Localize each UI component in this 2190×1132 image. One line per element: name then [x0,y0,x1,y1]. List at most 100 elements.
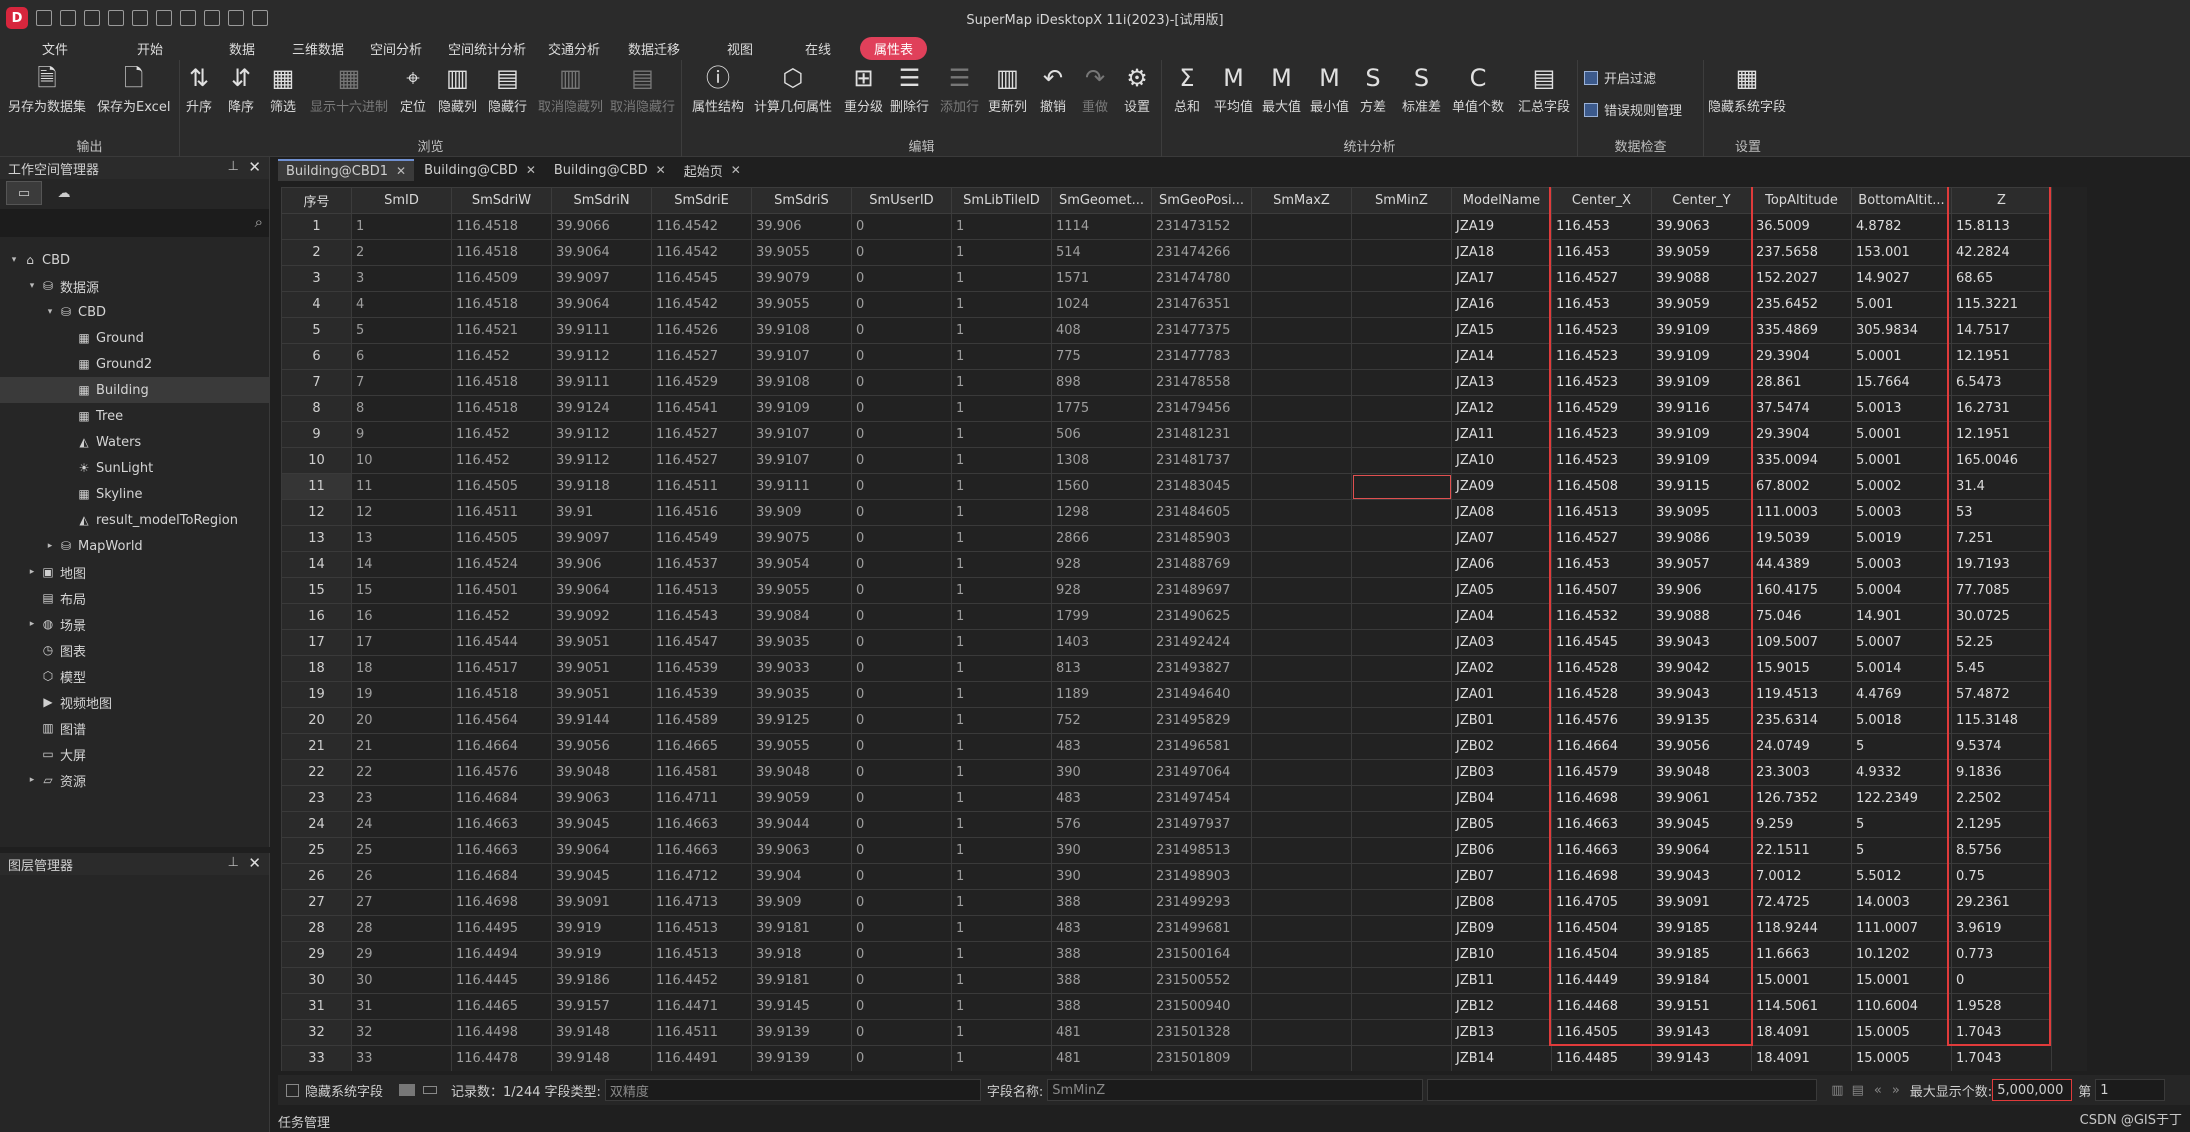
table-cell[interactable] [1351,655,1452,682]
table-cell[interactable] [1351,239,1452,266]
table-cell[interactable] [1251,447,1352,474]
row-number[interactable]: 33 [281,1045,352,1071]
table-cell[interactable]: 39.9059 [1651,291,1752,318]
table-row[interactable]: 28 28 116.4495 39.919 116.4513 39.9181 0 1 483 23… [281,915,2052,942]
table-cell[interactable]: 0 [851,1019,952,1046]
table-cell[interactable]: 17 [351,629,452,656]
table-cell[interactable] [1251,1045,1352,1071]
redo-button[interactable]: ↷ 重做 [1080,62,1110,115]
table-cell[interactable]: 1 [951,291,1052,318]
table-cell[interactable]: 0 [851,603,952,630]
menu-home[interactable]: 开始 [124,37,176,60]
table-cell[interactable]: 231495829 [1151,707,1252,734]
table-cell[interactable]: 116.4665 [651,733,752,760]
table-cell[interactable]: 506 [1051,421,1152,448]
table-cell[interactable]: 30.0725 [1951,603,2052,630]
menu-online[interactable]: 在线 [802,37,834,60]
table-cell[interactable]: 235.6452 [1751,291,1852,318]
table-cell[interactable]: 5 [351,317,452,344]
table-cell[interactable] [1351,967,1452,994]
table-cell[interactable]: 1 [951,1045,1052,1071]
table-cell[interactable]: 5.0018 [1851,707,1952,734]
table-cell[interactable]: 576 [1051,811,1152,838]
table-cell[interactable]: 0 [1951,967,2052,994]
max-display-input[interactable]: 5,000,000 [1992,1079,2073,1101]
table-cell[interactable]: 39.9125 [751,707,852,734]
table-row[interactable]: 33 33 116.4478 39.9148 116.4491 39.9139 0 1 481 2… [281,1045,2052,1071]
table-cell[interactable]: 116.4528 [1551,681,1652,708]
task-manager-bar[interactable]: 任务管理 [270,1110,2190,1132]
row-number[interactable]: 15 [281,577,352,604]
table-cell[interactable]: 231497064 [1151,759,1252,786]
add-row-button[interactable]: ☰ 添加行 [940,62,979,115]
table-cell[interactable]: 0 [851,265,952,292]
table-row[interactable]: 10 10 116.452 39.9112 116.4527 39.9107 0 1 1308 2… [281,447,2052,474]
table-cell[interactable]: 116.4698 [1551,863,1652,890]
table-cell[interactable]: 116.4664 [1551,733,1652,760]
row-number[interactable]: 25 [281,837,352,864]
table-cell[interactable] [1351,785,1452,812]
row-number[interactable]: 21 [281,733,352,760]
table-cell[interactable]: 39.9095 [1651,499,1752,526]
show-hex-button[interactable]: ▦ 显示十六进制 [310,62,388,115]
table-cell[interactable]: 39.9054 [751,551,852,578]
table-row[interactable]: 8 8 116.4518 39.9124 116.4541 39.9109 0 1 1775 23… [281,395,2052,422]
table-cell[interactable]: 116.4523 [1551,369,1652,396]
table-cell[interactable]: 39.9066 [551,213,652,240]
table-cell[interactable]: 116.452 [451,343,552,370]
table-cell[interactable]: 231489697 [1151,577,1252,604]
table-cell[interactable]: 39.9091 [551,889,652,916]
table-cell[interactable]: 1 [951,395,1052,422]
table-cell[interactable]: 39.9051 [551,655,652,682]
column-header[interactable]: BottomAltit... [1851,187,1952,214]
table-cell[interactable] [1351,993,1452,1020]
table-cell[interactable]: 5.0014 [1851,655,1952,682]
table-cell[interactable]: 39.9061 [1651,785,1752,812]
close-icon[interactable]: ✕ [248,158,261,176]
table-cell[interactable]: 116.4698 [451,889,552,916]
document-tab[interactable]: 起始页 ✕ [676,159,749,181]
table-cell[interactable]: 4.4769 [1851,681,1952,708]
tree-item[interactable]: ◭ Waters [0,429,270,455]
tree-item[interactable]: ▦ Building [0,377,270,403]
column-header[interactable]: SmSdriS [751,187,852,214]
list-mode-icon[interactable] [423,1086,438,1094]
table-cell[interactable]: 14.7517 [1951,317,2052,344]
table-cell[interactable]: 39.9088 [1651,265,1752,292]
table-cell[interactable]: 39.9048 [751,759,852,786]
table-cell[interactable]: 235.6314 [1751,707,1852,734]
table-cell[interactable]: 0 [851,993,952,1020]
table-cell[interactable]: 39.9145 [751,993,852,1020]
table-cell[interactable] [1251,317,1352,344]
row-number[interactable]: 4 [281,291,352,318]
table-cell[interactable]: 39.9111 [751,473,852,500]
table-cell[interactable]: 1298 [1051,499,1152,526]
row-number[interactable]: 26 [281,863,352,890]
table-cell[interactable]: 39.9055 [751,577,852,604]
table-cell[interactable] [1351,213,1452,240]
table-cell[interactable]: JZB11 [1451,967,1552,994]
column-header[interactable]: SmGeoPosi... [1151,187,1252,214]
table-cell[interactable]: 39.9109 [1651,343,1752,370]
expand-toggle-icon[interactable]: ▾ [26,281,38,291]
table-cell[interactable]: 390 [1051,837,1152,864]
table-row[interactable]: 29 29 116.4494 39.919 116.4513 39.918 0 1 388 231… [281,941,2052,968]
table-cell[interactable]: 1 [951,473,1052,500]
table-cell[interactable]: 0 [851,759,952,786]
table-cell[interactable]: 110.6004 [1851,993,1952,1020]
table-cell[interactable]: 9.5374 [1951,733,2052,760]
table-cell[interactable]: 9 [351,421,452,448]
table-cell[interactable]: 0 [851,239,952,266]
table-cell[interactable]: 0.773 [1951,941,2052,968]
table-cell[interactable]: 111.0007 [1851,915,1952,942]
table-cell[interactable] [1251,941,1352,968]
table-cell[interactable]: 813 [1051,655,1152,682]
table-cell[interactable]: 752 [1051,707,1152,734]
table-cell[interactable]: 116.452 [451,447,552,474]
table-cell[interactable]: 231492424 [1151,629,1252,656]
table-cell[interactable]: 116.4541 [651,395,752,422]
table-cell[interactable]: 116.4498 [451,1019,552,1046]
table-cell[interactable]: 11 [351,473,452,500]
table-cell[interactable]: 231485903 [1151,525,1252,552]
full-extent-icon[interactable] [228,10,244,26]
